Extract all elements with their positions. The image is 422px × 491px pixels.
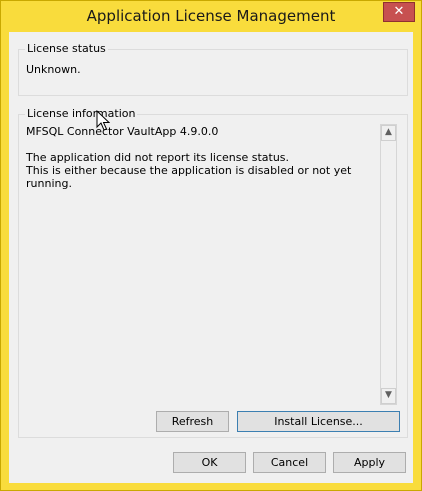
cancel-button[interactable]: Cancel — [253, 452, 326, 473]
chevron-down-icon: ▼ — [385, 390, 392, 400]
apply-button[interactable]: Apply — [333, 452, 406, 473]
scroll-up-button[interactable]: ▲ — [381, 125, 396, 141]
window-title: Application License Management — [86, 7, 336, 25]
license-status-label: License status — [25, 42, 108, 55]
license-information-text[interactable]: MFSQL Connector VaultApp 4.9.0.0 The app… — [26, 125, 376, 395]
license-status-group: License status Unknown. — [18, 42, 408, 96]
chevron-up-icon: ▲ — [385, 127, 392, 137]
license-information-group: License information MFSQL Connector Vaul… — [18, 107, 408, 438]
dialog-client-area: License status Unknown. License informat… — [9, 32, 413, 483]
ok-button[interactable]: OK — [173, 452, 246, 473]
install-license-button[interactable]: Install License... — [237, 411, 400, 432]
title-bar[interactable]: Application License Management ✕ — [1, 1, 421, 32]
license-status-value: Unknown. — [26, 63, 81, 76]
refresh-button[interactable]: Refresh — [156, 411, 229, 432]
close-button[interactable]: ✕ — [383, 2, 415, 22]
mouse-cursor-icon — [96, 110, 110, 131]
scroll-down-button[interactable]: ▼ — [381, 388, 396, 404]
license-management-window: Application License Management ✕ License… — [0, 0, 422, 491]
license-information-label: License information — [25, 107, 138, 120]
close-icon: ✕ — [393, 4, 405, 19]
license-info-scrollbar[interactable]: ▲ ▼ — [380, 124, 397, 405]
